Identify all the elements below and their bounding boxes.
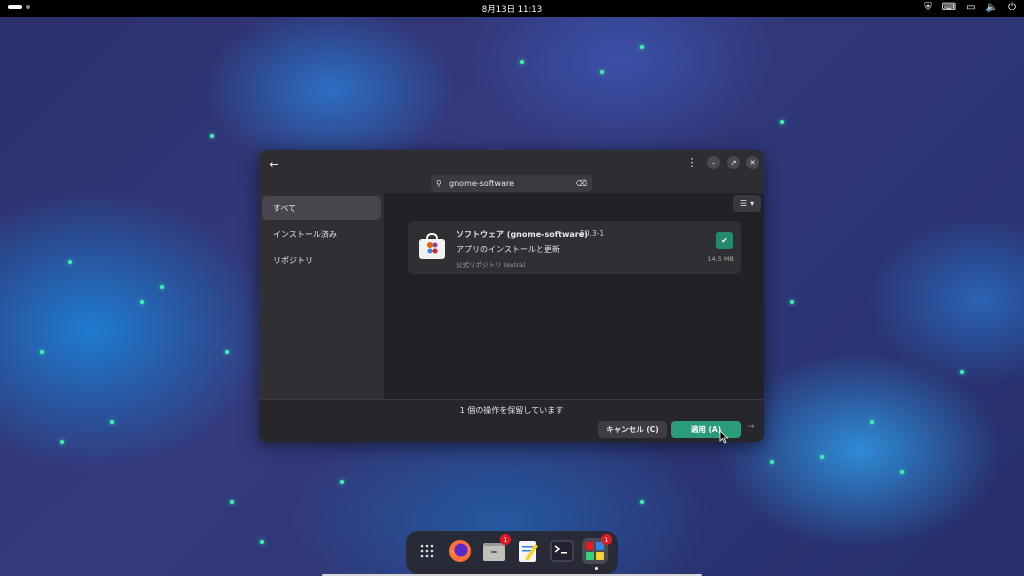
sidebar-item-installed[interactable]: インストール済み — [262, 222, 381, 246]
power-icon[interactable]: ⏻ — [1008, 2, 1016, 13]
arrow-right-icon[interactable]: → — [747, 422, 755, 432]
search-icon: ⚲ — [436, 179, 442, 188]
sidebar-item-label: インストール済み — [273, 229, 337, 239]
app-grid-icon — [420, 544, 434, 558]
close-button[interactable]: ✕ — [746, 156, 759, 169]
maximize-button[interactable]: ↗ — [727, 156, 740, 169]
running-indicator — [595, 567, 598, 570]
app-list-item[interactable]: ソフトウェア (gnome-software) 50.3-1 アプリのインストー… — [408, 221, 741, 274]
software-app-icon — [419, 232, 445, 259]
dock: 1 1 — [406, 531, 618, 574]
clear-search-icon[interactable]: ⌫ — [576, 179, 587, 188]
clock[interactable]: 8月13日 11:13 — [0, 3, 1024, 15]
cancel-button[interactable]: キャンセル (C) — [598, 421, 667, 438]
sidebar-item-repositories[interactable]: リポジトリ — [262, 248, 381, 272]
sidebar-item-all[interactable]: すべて — [262, 196, 381, 220]
text-editor-icon — [519, 541, 538, 562]
app-name: ソフトウェア (gnome-software) — [456, 230, 588, 239]
chevron-down-icon: ▾ — [750, 199, 755, 208]
pending-operations-text: 1 個の操作を保留しています — [459, 406, 564, 415]
action-footer: 1 個の操作を保留しています キャンセル (C) 適用 (A) → — [259, 399, 764, 442]
software-dialog: ← ⋮ – ↗ ✕ ⚲ gnome-software ⌫ すべて インストール済… — [259, 150, 764, 442]
main-content: ☰ ▾ ソフトウェア (gnome-software) 50.3-1 アプリのイ… — [384, 193, 764, 399]
dock-item-text-editor[interactable] — [515, 538, 541, 564]
list-view-icon: ☰ — [739, 199, 748, 208]
notification-badge: 1 — [601, 534, 612, 545]
shield-icon[interactable]: ⛨ — [924, 2, 932, 13]
notification-badge: 1 — [500, 534, 511, 545]
apply-button[interactable]: 適用 (A) — [671, 421, 741, 438]
app-repository: 公式リポジトリ (extra) — [456, 261, 526, 269]
sidebar-item-label: リポジトリ — [273, 255, 313, 265]
app-size: 14.5 MB — [707, 255, 734, 263]
screen-icon[interactable]: ▭ — [966, 2, 975, 13]
system-tray[interactable]: ⛨ ⌨ ▭ 🔈 ⏻ — [924, 2, 1016, 13]
app-description: アプリのインストールと更新 — [456, 245, 560, 254]
dock-item-software-center[interactable]: 1 — [582, 534, 612, 564]
sidebar: すべて インストール済み リポジトリ — [259, 193, 384, 399]
sidebar-item-label: すべて — [273, 203, 297, 213]
kebab-menu-icon[interactable]: ⋮ — [685, 156, 699, 172]
dock-item-firefox[interactable] — [447, 538, 473, 564]
keyboard-icon[interactable]: ⌨ — [942, 2, 956, 13]
app-grid-button[interactable] — [414, 538, 440, 564]
checkmark-icon: ✔ — [721, 236, 728, 245]
app-version: 50.3-1 — [580, 229, 605, 238]
back-arrow-icon[interactable]: ← — [266, 156, 282, 172]
header-bar: ← ⋮ – ↗ ✕ ⚲ gnome-software ⌫ — [259, 150, 764, 193]
terminal-icon — [550, 540, 574, 562]
search-input[interactable]: ⚲ gnome-software ⌫ — [431, 175, 592, 192]
selected-checkbox[interactable]: ✔ — [716, 232, 733, 249]
top-bar: 8月13日 11:13 ⛨ ⌨ ▭ 🔈 ⏻ — [0, 0, 1024, 17]
mouse-cursor-icon — [719, 430, 729, 444]
view-mode-dropdown[interactable]: ☰ ▾ — [733, 195, 761, 212]
firefox-icon — [449, 540, 471, 562]
dock-item-file-manager[interactable]: 1 — [481, 534, 511, 564]
volume-icon[interactable]: 🔈 — [986, 2, 998, 13]
dock-item-terminal[interactable] — [549, 538, 575, 564]
minimize-button[interactable]: – — [707, 156, 720, 169]
search-value[interactable]: gnome-software — [449, 179, 576, 188]
